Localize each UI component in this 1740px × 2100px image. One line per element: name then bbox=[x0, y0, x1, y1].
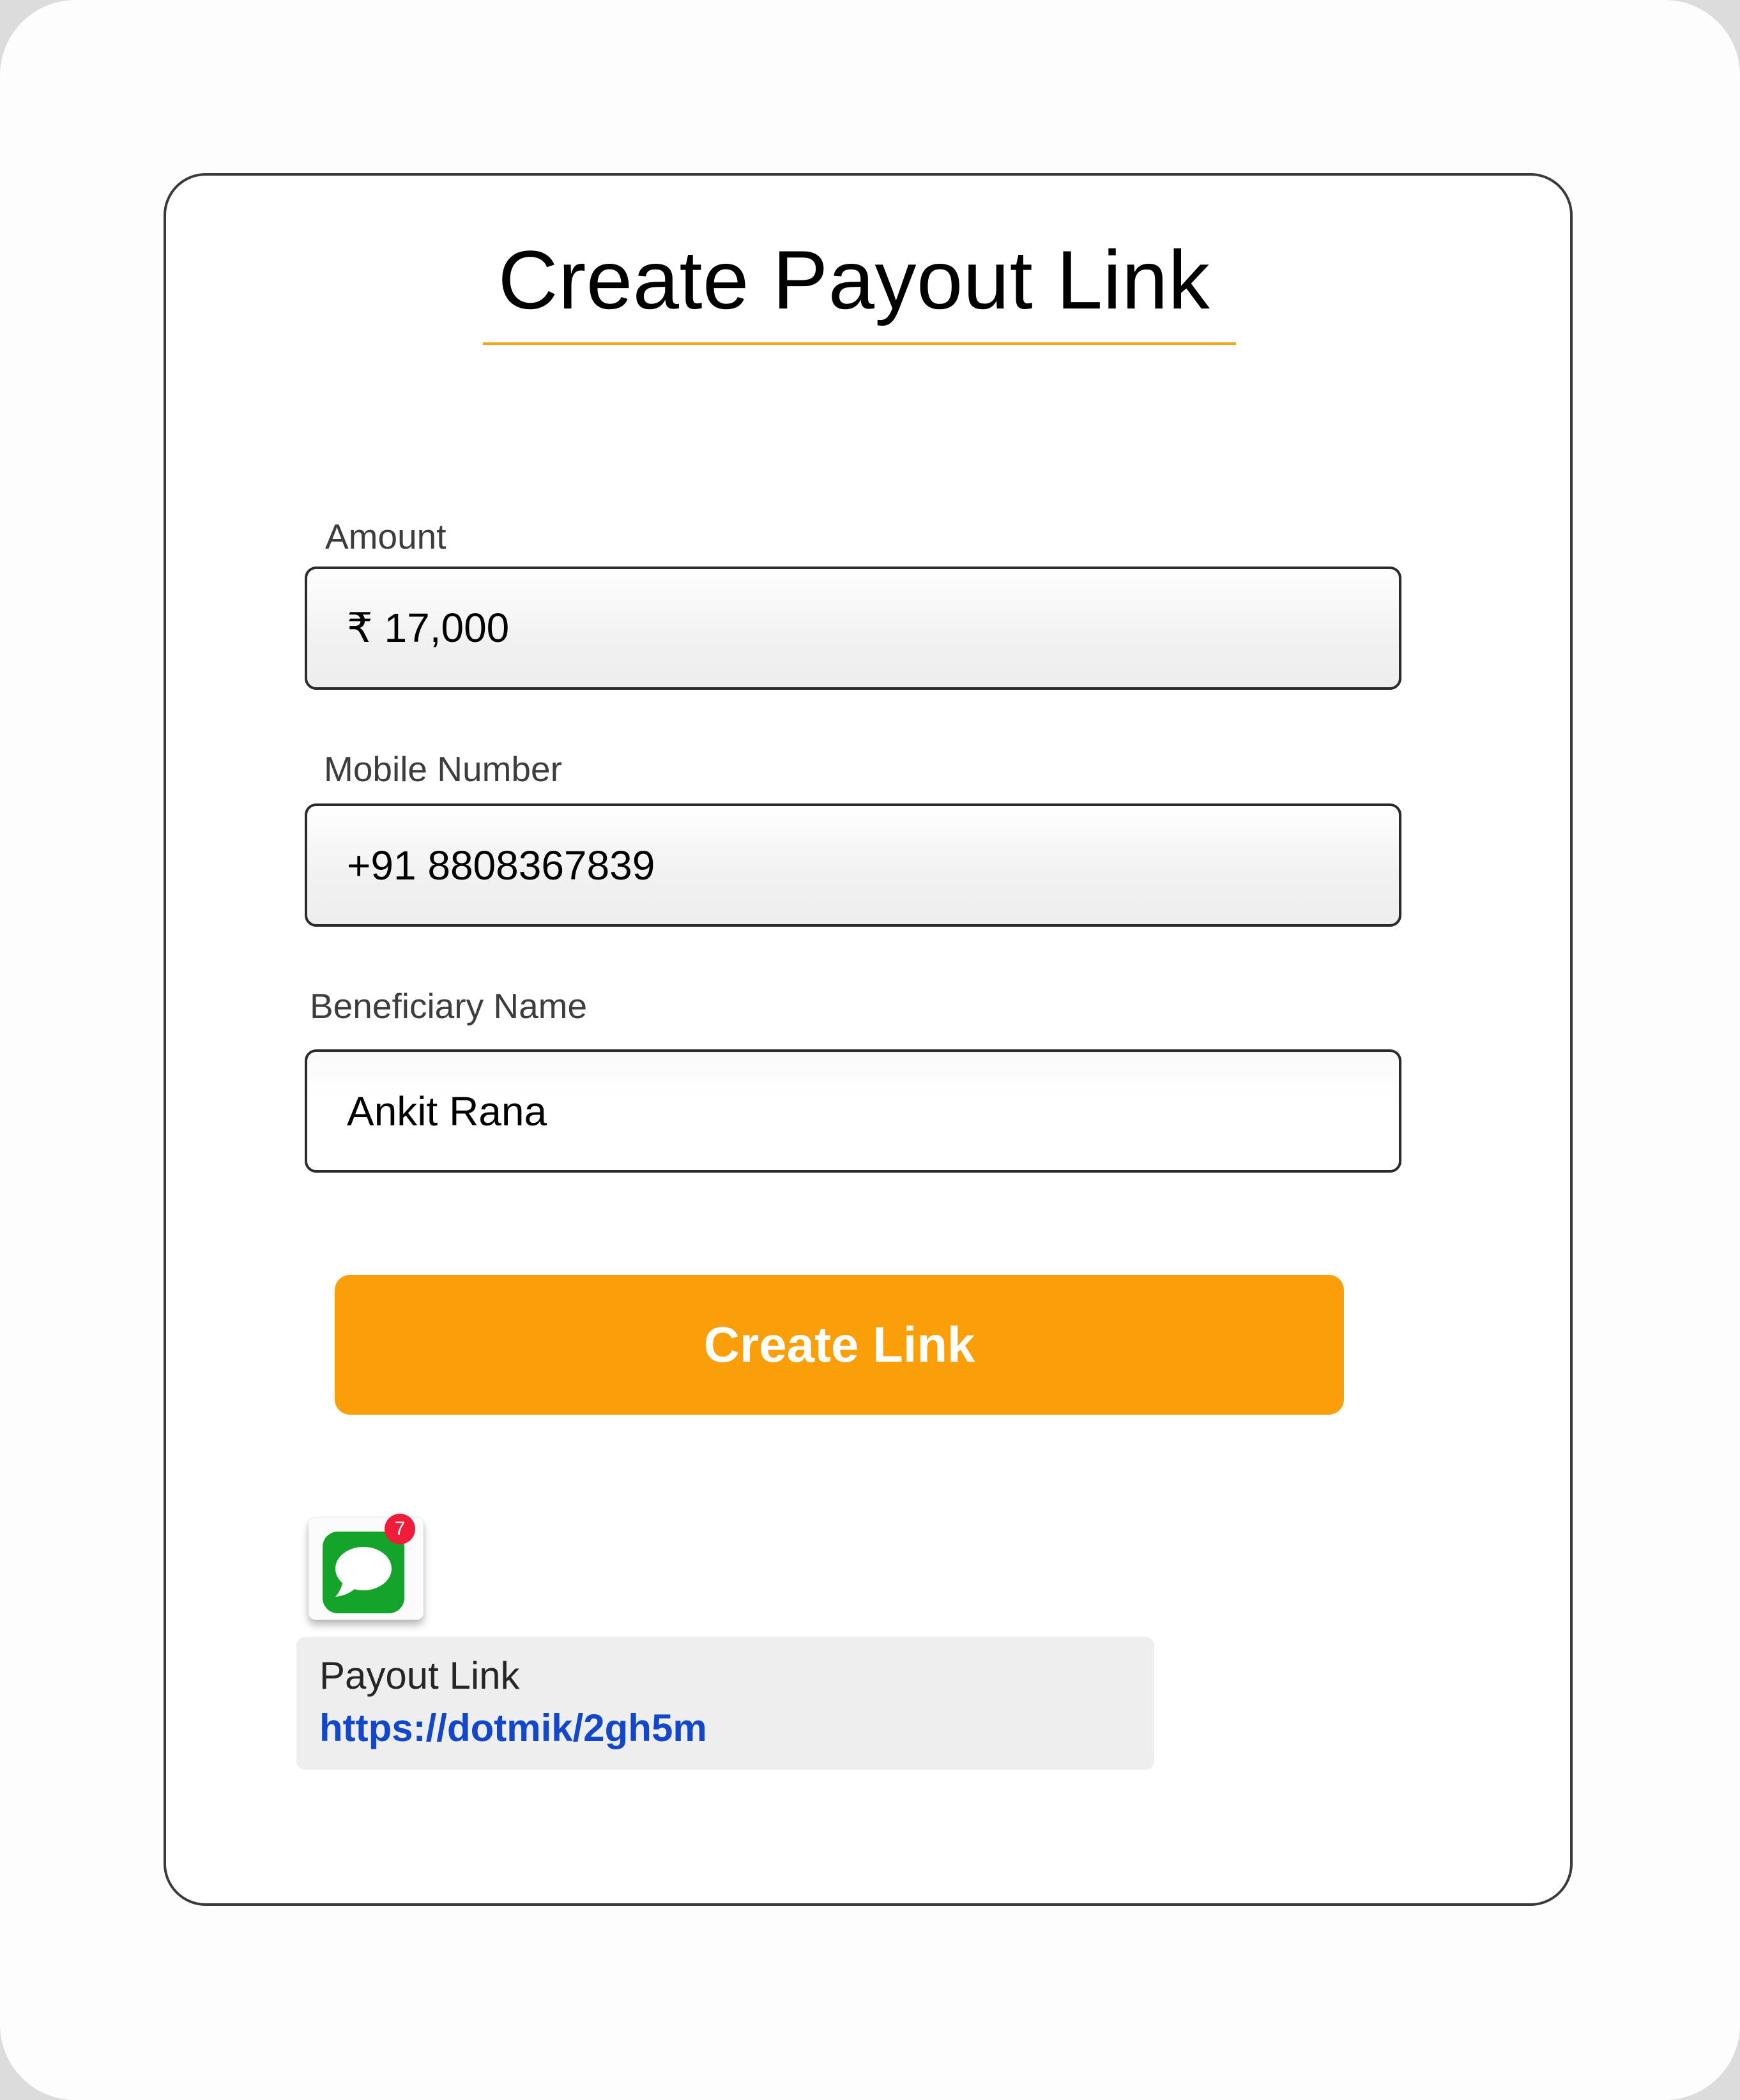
payout-link-url[interactable]: https://dotmik/2gh5m bbox=[319, 1706, 707, 1751]
notification-badge: 7 bbox=[385, 1514, 415, 1544]
amount-input[interactable]: ₹ 17,000 bbox=[305, 567, 1401, 690]
amount-label: Amount bbox=[325, 517, 446, 556]
page-title: Create Payout Link bbox=[498, 233, 1210, 326]
mobile-number-input[interactable]: +91 8808367839 bbox=[305, 803, 1401, 927]
beneficiary-name-input[interactable]: Ankit Rana bbox=[305, 1049, 1401, 1173]
create-link-button[interactable]: Create Link bbox=[335, 1275, 1344, 1415]
messages-app-tile[interactable]: 7 bbox=[309, 1514, 424, 1620]
title-underline bbox=[483, 342, 1236, 345]
payout-link-notification[interactable]: Payout Link https://dotmik/2gh5m bbox=[296, 1637, 1154, 1770]
beneficiary-name-label: Beneficiary Name bbox=[310, 986, 588, 1026]
messages-icon bbox=[323, 1532, 404, 1613]
speech-bubble-icon bbox=[335, 1547, 392, 1597]
mobile-number-label: Mobile Number bbox=[324, 749, 562, 789]
notification-title: Payout Link bbox=[319, 1654, 520, 1697]
